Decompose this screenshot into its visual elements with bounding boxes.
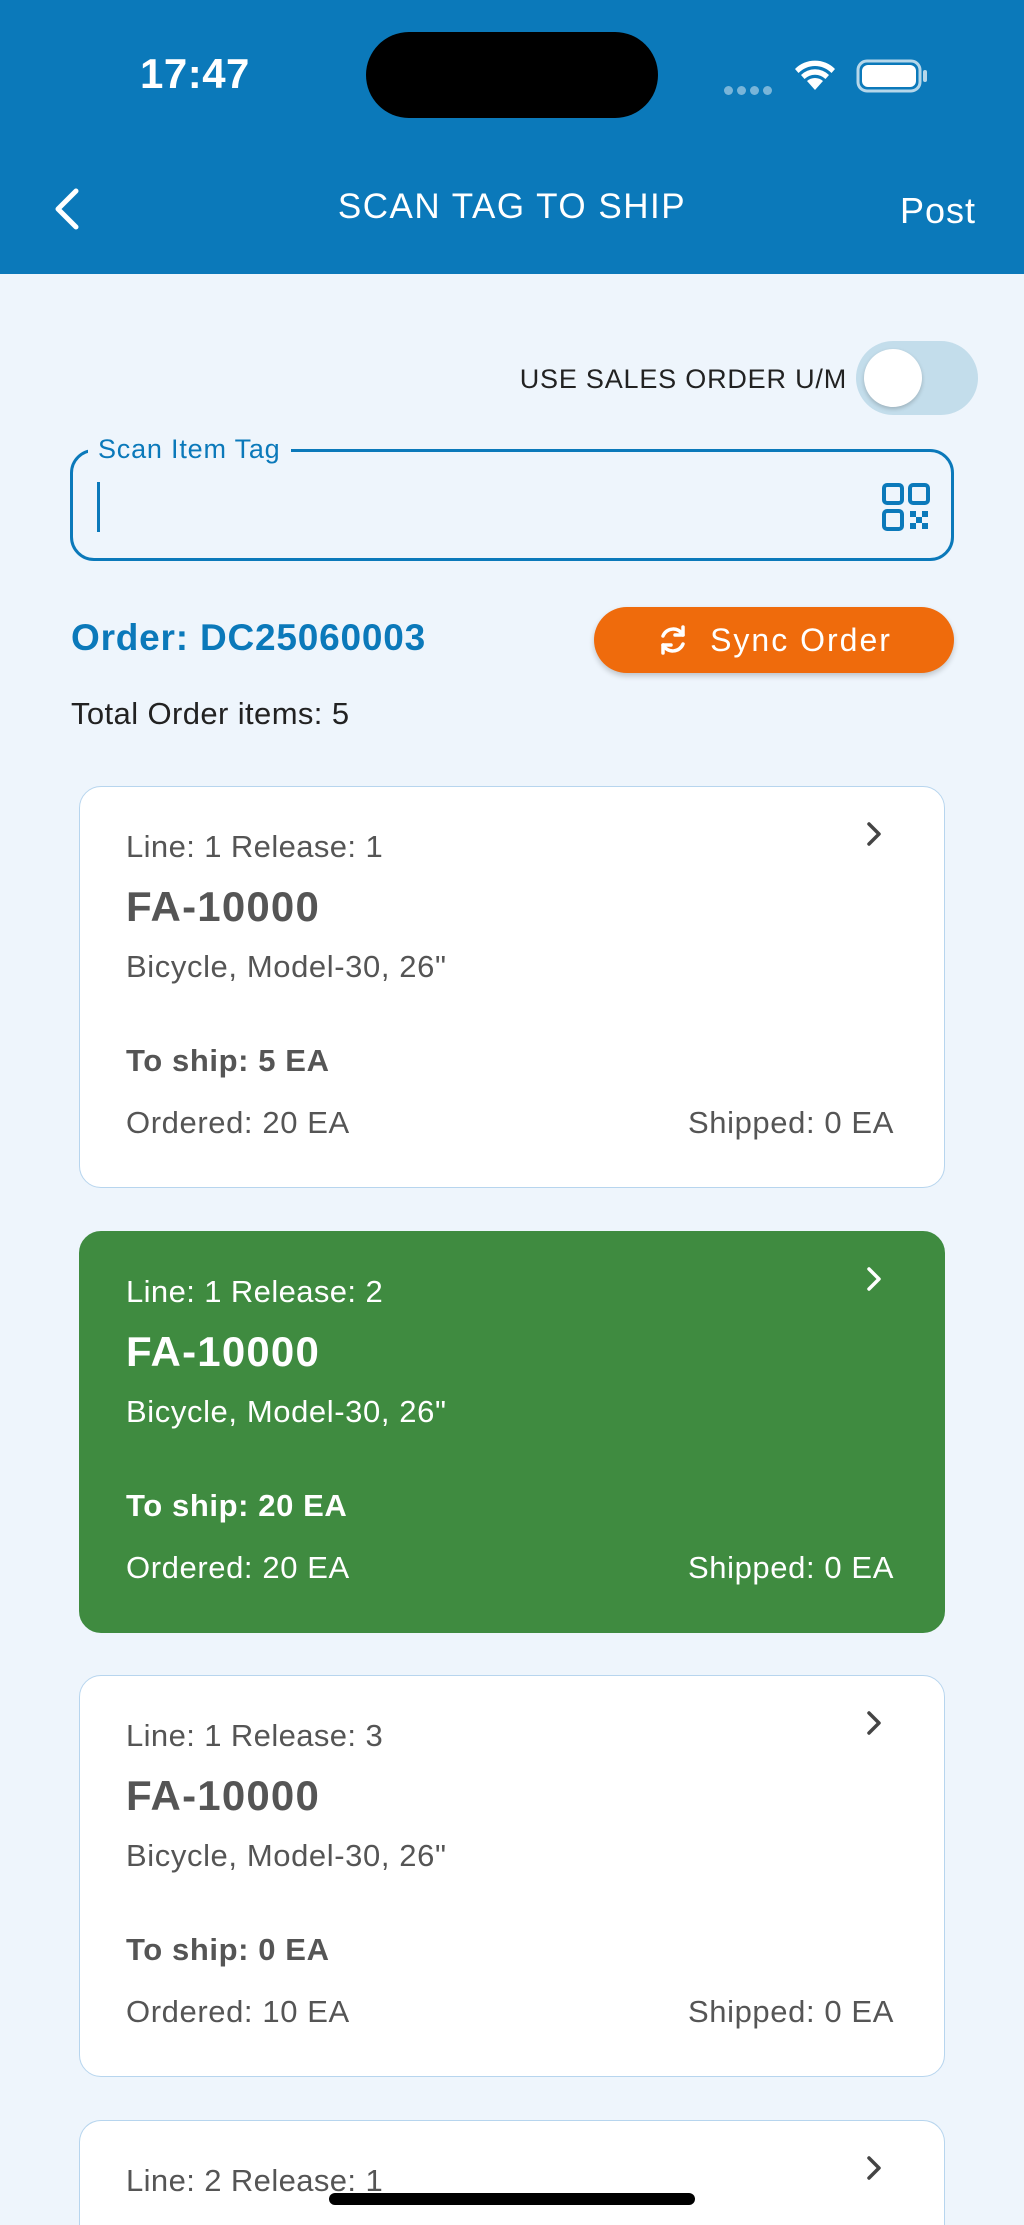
shipped-qty: Shipped: 0 EA [687,1994,894,2029]
sync-order-button[interactable]: Sync Order [594,607,954,673]
scan-item-tag-label: Scan Item Tag [88,434,291,465]
ordered-qty: Ordered: 10 EA [126,1994,350,2029]
line-release: Line: 1 Release: 2 [126,1274,384,1309]
shipped-qty: Shipped: 0 EA [687,1550,894,1585]
order-line-card[interactable]: Line: 2 Release: 1 [79,2120,945,2225]
item-description: Bicycle, Model-30, 26" [126,949,447,984]
wifi-icon [795,60,835,90]
cellular-signal-icon [724,82,776,100]
home-indicator[interactable] [329,2193,695,2205]
screen: 17:47 SCAN TAG TO SHIP Post USE SALES OR… [0,0,1024,2225]
chevron-right-icon [867,1267,881,1291]
order-line-card[interactable]: Line: 1 Release: 1 FA-10000 Bicycle, Mod… [79,786,945,1188]
line-release: Line: 1 Release: 1 [126,829,384,864]
dynamic-island [366,32,658,118]
use-sales-order-um-label: USE SALES ORDER U/M [519,364,847,394]
item-description: Bicycle, Model-30, 26" [126,1394,447,1429]
shipped-qty: Shipped: 0 EA [687,1105,894,1140]
sync-icon [656,623,690,657]
toggle-knob [864,349,922,407]
text-cursor [97,482,100,532]
ordered-qty: Ordered: 20 EA [126,1105,350,1140]
to-ship-qty: To ship: 5 EA [126,1043,330,1078]
to-ship-qty: To ship: 20 EA [126,1488,348,1523]
chevron-right-icon [867,822,881,846]
ordered-qty: Ordered: 20 EA [126,1550,350,1585]
use-sales-order-um-toggle[interactable] [856,341,978,415]
status-time: 17:47 [140,50,250,97]
line-release: Line: 1 Release: 3 [126,1718,384,1753]
page-title: SCAN TAG TO SHIP [337,187,687,226]
item-description: Bicycle, Model-30, 26" [126,1838,447,1873]
qr-code-icon[interactable] [881,482,931,532]
sync-order-label: Sync Order [710,621,892,658]
item-code: FA-10000 [126,883,321,930]
item-code: FA-10000 [126,1328,321,1375]
to-ship-qty: To ship: 0 EA [126,1932,330,1967]
battery-icon [856,59,927,93]
status-icons [724,52,934,96]
total-order-items: Total Order items: 5 [71,696,350,731]
item-code: FA-10000 [126,1772,321,1819]
nav-bar: 17:47 SCAN TAG TO SHIP Post [0,0,1024,274]
chevron-right-icon [867,1711,881,1735]
chevron-right-icon [867,2156,881,2180]
scan-item-tag-input[interactable] [70,449,954,561]
post-button[interactable]: Post [900,190,976,232]
order-number: Order: DC25060003 [71,617,427,658]
order-line-card-selected[interactable]: Line: 1 Release: 2 FA-10000 Bicycle, Mod… [79,1231,945,1633]
order-line-card[interactable]: Line: 1 Release: 3 FA-10000 Bicycle, Mod… [79,1675,945,2077]
